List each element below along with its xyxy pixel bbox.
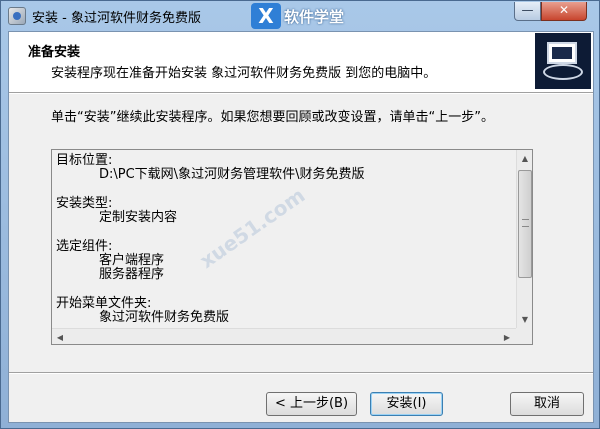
close-button[interactable]: ✕ [541,2,587,21]
summary-value: 客户端程序 [99,253,165,268]
disc-icon [543,64,583,80]
watermark-logo-icon: X [251,3,281,29]
installer-window: 安装 - 象过河软件财务免费版 X 软件学堂 — ✕ 准备安装 安装程序现在准备… [0,0,600,429]
intro-text: 单击“安装”继续此安装程序。如果您想要回顾或改变设置，请单击“上一步”。 [51,110,494,125]
footer-divider [9,372,593,374]
summary-value: 象过河软件财务免费版 [99,310,230,325]
scroll-down-arrow-icon[interactable]: ▼ [517,311,532,328]
header-divider [9,92,593,94]
summary-label: 选定组件: [56,239,113,254]
scroll-right-arrow-icon[interactable]: ▶ [499,329,515,344]
minimize-button[interactable]: — [514,2,541,21]
summary-label: 开始菜单文件夹: [56,296,152,311]
wizard-body: 准备安装 安装程序现在准备开始安装 象过河软件财务免费版 到您的电脑中。 单击“… [8,31,594,423]
scroll-grip-icon [522,219,529,227]
memo-content: 目标位置: D:\PC下载网\象过河财务管理软件\财务免费版 安装类型: 定制安… [56,154,516,340]
page-subtitle: 安装程序现在准备开始安装 象过河软件财务免费版 到您的电脑中。 [51,66,437,81]
wizard-computer-icon [535,33,591,89]
settings-summary-memo[interactable]: 目标位置: D:\PC下载网\象过河财务管理软件\财务免费版 安装类型: 定制安… [51,149,533,345]
summary-label: 安装类型: [56,196,113,211]
wizard-header: 准备安装 安装程序现在准备开始安装 象过河软件财务免费版 到您的电脑中。 [9,32,593,92]
watermark-text: 软件学堂 [284,8,345,26]
summary-group-destination: 目标位置: D:\PC下载网\象过河财务管理软件\财务免费版 [56,154,516,182]
summary-group-components: 选定组件: 客户端程序 服务器程序 [56,240,516,282]
window-title: 安装 - 象过河软件财务免费版 [32,11,201,26]
installer-app-icon [8,7,26,25]
summary-value: 定制安装内容 [99,210,178,225]
summary-value: D:\PC下载网\象过河财务管理软件\财务免费版 [99,167,365,182]
page-title: 准备安装 [28,45,81,60]
scroll-left-arrow-icon[interactable]: ◀ [52,329,68,344]
summary-group-start-menu: 开始菜单文件夹: 象过河软件财务免费版 [56,297,516,325]
horizontal-scrollbar[interactable]: ◀ ▶ [52,328,516,344]
summary-group-setup-type: 安装类型: 定制安装内容 [56,197,516,225]
scrollbar-corner [516,328,532,344]
cancel-button[interactable]: 取消 [510,392,584,416]
back-button[interactable]: < 上一步(B) [266,392,357,416]
vertical-scrollbar[interactable]: ▲ ▼ [516,150,532,328]
summary-label: 目标位置: [56,153,113,168]
title-bar[interactable]: 安装 - 象过河软件财务免费版 X 软件学堂 — ✕ [1,1,600,31]
vertical-scroll-thumb[interactable] [518,170,532,278]
monitor-icon [547,42,577,64]
scroll-up-arrow-icon[interactable]: ▲ [517,150,532,167]
summary-value: 服务器程序 [99,267,165,282]
install-button[interactable]: 安装(I) [370,392,443,416]
